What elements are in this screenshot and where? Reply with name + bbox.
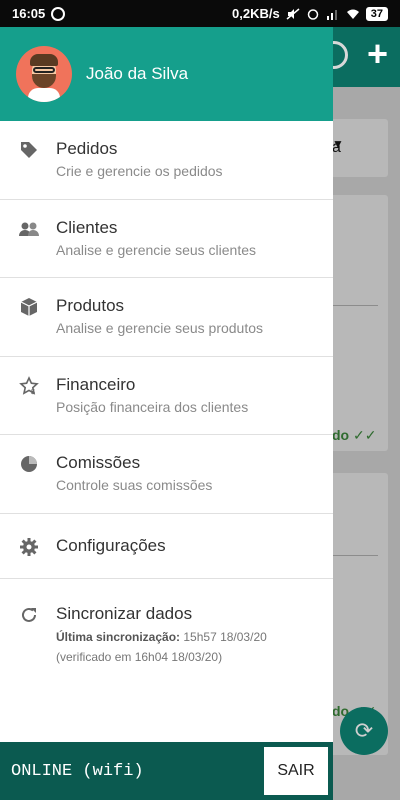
avatar[interactable] <box>16 46 72 102</box>
menu-item-subtitle: Analise e gerencie seus produtos <box>56 320 264 336</box>
menu-item-title: Comissões <box>56 453 141 472</box>
menu-item-title: Produtos <box>56 296 125 315</box>
battery-indicator: 37 <box>365 6 388 21</box>
drawer-footer: ONLINE (wifi) SAIR <box>0 742 333 800</box>
sync-fab: ⟳ <box>340 707 388 755</box>
tag-icon <box>18 139 40 161</box>
menu-item-title: Configurações <box>56 536 166 555</box>
sync-icon <box>18 604 40 626</box>
box-icon <box>18 296 40 318</box>
menu-item-subtitle: Controle suas comissões <box>56 477 213 493</box>
status-bar: 16:05 0,2KB/s 37 <box>0 0 400 27</box>
menu-item-produtos[interactable]: Produtos Analise e gerencie seus produto… <box>0 278 333 357</box>
menu-item-subtitle: Posição financeira dos clientes <box>56 399 249 415</box>
menu-item-financeiro[interactable]: $ Financeiro Posição financeira dos clie… <box>0 357 333 435</box>
logout-button[interactable]: SAIR <box>264 747 328 795</box>
user-name: João da Silva <box>86 64 189 83</box>
pie-chart-icon <box>18 453 40 475</box>
wifi-icon <box>346 8 360 20</box>
status-time: 16:05 <box>12 6 46 21</box>
svg-text:$: $ <box>31 389 35 396</box>
navigation-drawer: João da Silva Pedidos Crie e gerencie os… <box>0 27 333 800</box>
menu-item-subtitle: Analise e gerencie seus clientes <box>56 242 257 258</box>
menu-item-title: Pedidos <box>56 139 118 158</box>
sync-verified-info: (verificado em 16h04 18/03/20) <box>56 650 223 664</box>
menu-item-comissoes[interactable]: Comissões Controle suas comissões <box>0 435 333 514</box>
add-icon: + <box>366 33 388 74</box>
dropdown-arrow-icon: ▼ <box>332 137 344 151</box>
last-sync-info: Última sincronização: 15h57 18/03/20 <box>56 630 267 644</box>
last-sync-label: Última sincronização: <box>56 630 181 644</box>
background-card-status: do ✓✓ <box>332 427 377 443</box>
menu-item-title: Clientes <box>56 218 118 237</box>
signal-icon <box>326 8 340 20</box>
people-icon <box>18 218 40 240</box>
menu-item-title: Financeiro <box>56 375 136 394</box>
menu-item-configuracoes[interactable]: Configurações <box>0 514 333 579</box>
menu-item-title: Sincronizar dados <box>56 604 193 623</box>
last-sync-value: 15h57 18/03/20 <box>183 630 267 644</box>
network-speed: 0,2KB/s <box>232 6 280 21</box>
menu-item-sincronizar[interactable]: Sincronizar dados Última sincronização: … <box>0 579 333 664</box>
alarm-icon <box>306 8 320 20</box>
star-icon: $ <box>18 375 40 397</box>
menu-item-pedidos[interactable]: Pedidos Crie e gerencie os pedidos <box>0 121 333 200</box>
menu-item-clientes[interactable]: Clientes Analise e gerencie seus cliente… <box>0 200 333 278</box>
gear-icon <box>18 536 40 558</box>
menu-item-subtitle: Crie e gerencie os pedidos <box>56 163 223 179</box>
whatsapp-icon <box>51 6 66 21</box>
drawer-header: João da Silva <box>0 27 333 121</box>
connection-status: ONLINE (wifi) <box>11 761 144 781</box>
mute-icon <box>286 7 300 20</box>
